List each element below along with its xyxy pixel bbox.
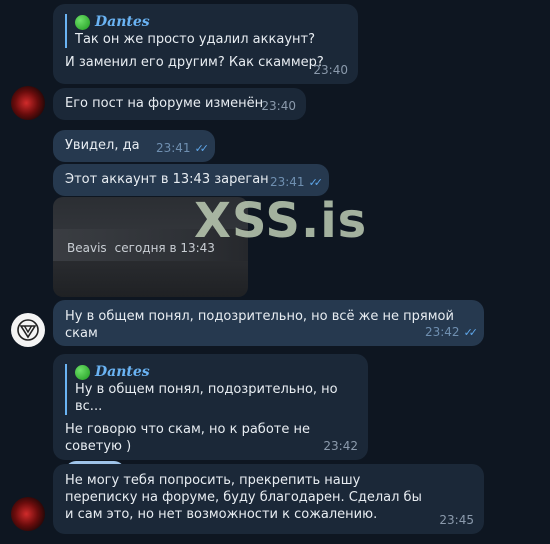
green-circle-icon — [75, 365, 90, 380]
reply-author: Dantes — [95, 14, 150, 30]
double-check-icon: ✓✓ — [194, 142, 210, 155]
reply-author: Dantes — [95, 364, 150, 380]
reply-quote[interactable]: Dantes Так он же просто удалил аккаунт? — [65, 14, 346, 48]
message-time: 23:42 — [424, 325, 460, 339]
message-time: 23:41 — [155, 141, 191, 155]
reply-text: Ну в общем понял, подозрительно, но вс..… — [75, 382, 338, 414]
message-time: 23:40 — [261, 99, 296, 113]
message-time: 23:41 — [269, 175, 305, 189]
reply-text: Так он же просто удалил аккаунт? — [75, 32, 315, 47]
avatar[interactable] — [11, 86, 45, 120]
message-bubble[interactable]: Его пост на форуме изменён 23:40 — [53, 88, 306, 120]
message-text: Его пост на форуме изменён — [65, 96, 264, 111]
double-check-icon: ✓✓ — [463, 326, 479, 339]
image-username: Beavis — [67, 241, 107, 255]
reply-quote[interactable]: Dantes Ну в общем понял, подозрительно, … — [65, 364, 356, 415]
message-text: И заменил его другим? Как скаммер? — [65, 55, 324, 70]
message-bubble[interactable]: Ну в общем понял, подозрительно, но всё … — [53, 300, 484, 346]
message-text: Не говорю что скам, но к работе не совет… — [65, 422, 310, 454]
message-bubble[interactable]: Не могу тебя попросить, прекрепить нашу … — [53, 464, 484, 534]
message-bubble[interactable]: Dantes Ну в общем понял, подозрительно, … — [53, 354, 368, 483]
message-time: 23:45 — [439, 513, 474, 527]
message-bubble[interactable]: Этот аккаунт в 13:43 зареган 23:41 ✓✓ — [53, 164, 329, 196]
message-text: Ну в общем понял, подозрительно, но всё … — [65, 309, 454, 341]
green-circle-icon — [75, 15, 90, 30]
message-text: Не могу тебя попросить, прекрепить нашу … — [65, 473, 422, 522]
double-check-icon: ✓✓ — [308, 176, 324, 189]
message-bubble[interactable]: Увидел, да 23:41 ✓✓ — [53, 130, 215, 162]
message-bubble[interactable]: Dantes Так он же просто удалил аккаунт? … — [53, 4, 358, 84]
avatar[interactable] — [11, 313, 45, 347]
logo-icon — [17, 319, 39, 341]
message-time: 23:42 — [323, 439, 358, 453]
avatar[interactable] — [11, 497, 45, 531]
message-time: 23:40 — [313, 63, 348, 77]
watermark: XSS.is — [194, 193, 368, 249]
